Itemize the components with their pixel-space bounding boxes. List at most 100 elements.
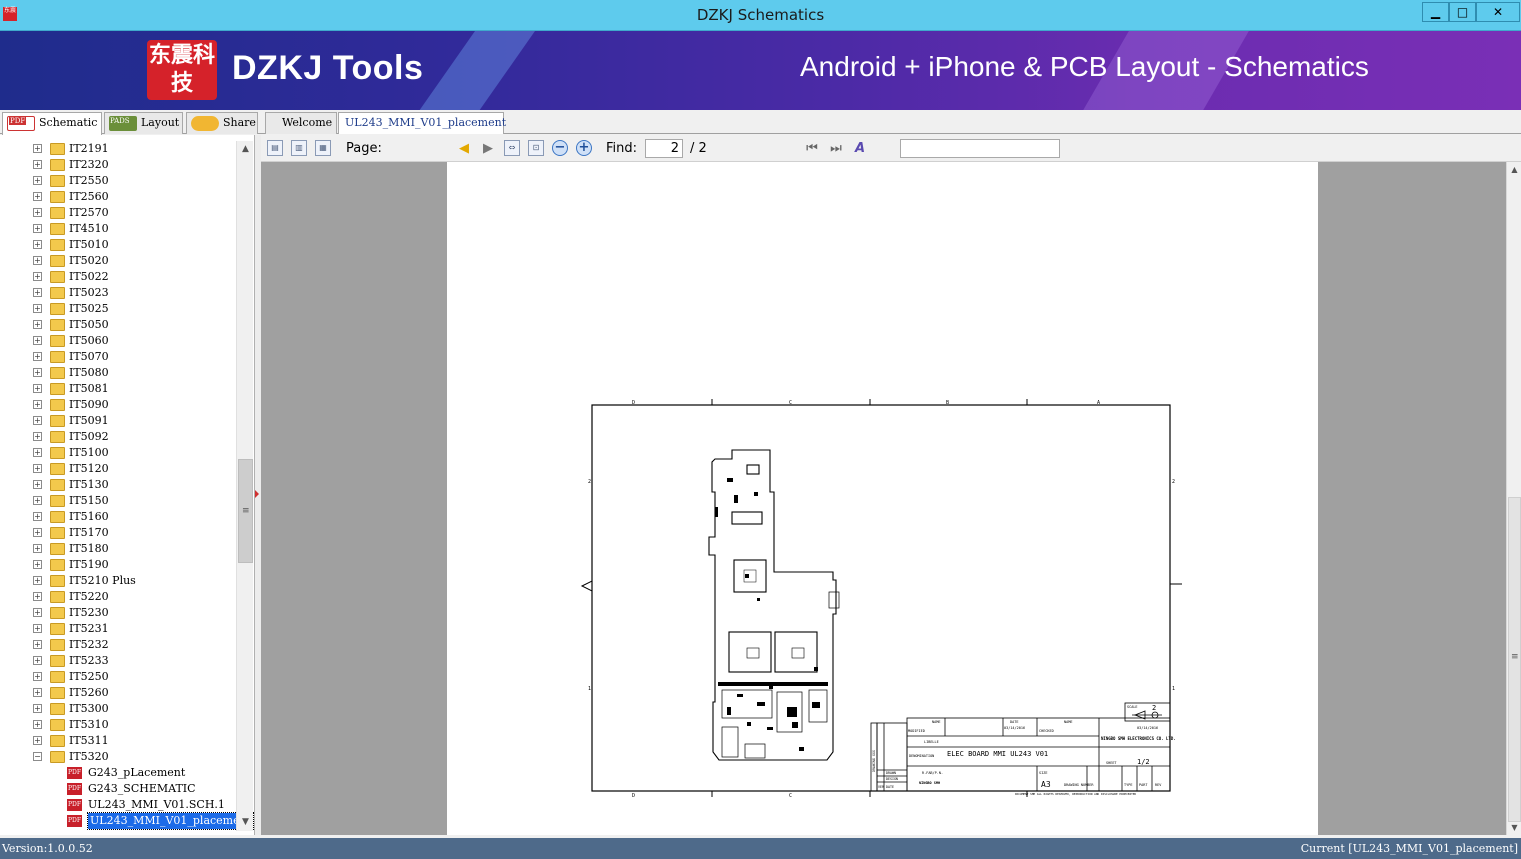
tab-share[interactable]: Share (186, 112, 258, 134)
two-page-icon[interactable]: ▥ (291, 140, 307, 156)
tree-folder-item[interactable]: + IT5180 (0, 541, 236, 557)
tree-folder-item[interactable]: + IT5210 Plus (0, 573, 236, 589)
expand-icon[interactable]: + (33, 528, 42, 537)
zoom-in-icon[interactable]: + (576, 140, 592, 156)
scroll-up-icon[interactable]: ▲ (1507, 162, 1521, 177)
expand-icon[interactable]: + (33, 256, 42, 265)
minimize-button[interactable]: ▁ (1422, 2, 1449, 22)
expand-icon[interactable]: + (33, 368, 42, 377)
tree-folder-item[interactable]: + IT5310 (0, 717, 236, 733)
collapse-arrow-icon[interactable] (255, 490, 259, 498)
tree-folder-item[interactable]: + IT2191 (0, 141, 236, 157)
tree-folder-item[interactable]: + IT5231 (0, 621, 236, 637)
maximize-button[interactable]: □ (1449, 2, 1476, 22)
expand-icon[interactable]: + (33, 400, 42, 409)
expand-icon[interactable]: + (33, 496, 42, 505)
expand-icon[interactable]: + (33, 432, 42, 441)
fit-width-icon[interactable]: ⇔ (504, 140, 520, 156)
tree-folder-item[interactable]: + IT5120 (0, 461, 236, 477)
expand-icon[interactable]: + (33, 720, 42, 729)
tree-folder-item[interactable]: + IT5230 (0, 605, 236, 621)
tree-folder-item[interactable]: + IT5190 (0, 557, 236, 573)
find-input[interactable] (900, 139, 1060, 158)
expand-icon[interactable]: + (33, 480, 42, 489)
expand-icon[interactable]: + (33, 352, 42, 361)
expand-icon[interactable]: + (33, 224, 42, 233)
tree-folder-item[interactable]: + IT5170 (0, 525, 236, 541)
tree-folder-item[interactable]: − IT5320 (0, 749, 236, 765)
expand-icon[interactable]: + (33, 560, 42, 569)
tree-folder-item[interactable]: + IT5100 (0, 445, 236, 461)
expand-icon[interactable]: + (33, 160, 42, 169)
doc-tab-placement[interactable]: UL243_MMI_V01_placement✕ (338, 112, 506, 149)
tree-folder-item[interactable]: + IT5020 (0, 253, 236, 269)
expand-icon[interactable]: + (33, 336, 42, 345)
file-tree[interactable]: + IT2191 + IT2320 + IT2550 + IT2560 + IT2570 + IT45… (0, 135, 255, 835)
tree-folder-item[interactable]: + IT2570 (0, 205, 236, 221)
expand-icon[interactable]: + (33, 640, 42, 649)
expand-icon[interactable]: + (33, 416, 42, 425)
tree-folder-item[interactable]: + IT2320 (0, 157, 236, 173)
expand-icon[interactable]: + (33, 592, 42, 601)
tab-layout[interactable]: Layout (104, 112, 183, 134)
tree-folder-item[interactable]: + IT5010 (0, 237, 236, 253)
single-page-icon[interactable]: ▤ (267, 140, 283, 156)
tree-folder-item[interactable]: + IT5092 (0, 429, 236, 445)
close-button[interactable]: ✕ (1476, 2, 1520, 22)
scroll-up-icon[interactable]: ▲ (237, 141, 254, 158)
expand-icon[interactable]: + (33, 624, 42, 633)
highlight-icon[interactable]: A (851, 140, 869, 158)
tree-folder-item[interactable]: + IT5070 (0, 349, 236, 365)
tree-folder-item[interactable]: + IT5220 (0, 589, 236, 605)
tree-folder-item[interactable]: + IT5060 (0, 333, 236, 349)
tree-folder-item[interactable]: + IT5023 (0, 285, 236, 301)
tree-file-item[interactable]: PDF UL243_MMI_V01.SCH.1 (0, 797, 236, 813)
expand-icon[interactable]: + (33, 304, 42, 313)
tree-folder-item[interactable]: + IT5160 (0, 509, 236, 525)
expand-icon[interactable]: + (33, 736, 42, 745)
expand-icon[interactable]: + (33, 672, 42, 681)
expand-icon[interactable]: + (33, 176, 42, 185)
tree-folder-item[interactable]: + IT5300 (0, 701, 236, 717)
tree-scrollbar[interactable]: ▲ ≡ ▼ (236, 141, 253, 831)
expand-icon[interactable]: + (33, 688, 42, 697)
page-input[interactable]: 2 (645, 139, 683, 158)
tree-folder-item[interactable]: + IT5260 (0, 685, 236, 701)
tree-folder-item[interactable]: + IT5091 (0, 413, 236, 429)
tree-folder-item[interactable]: + IT5130 (0, 477, 236, 493)
expand-icon[interactable]: + (33, 144, 42, 153)
tree-folder-item[interactable]: + IT2560 (0, 189, 236, 205)
expand-icon[interactable]: + (33, 656, 42, 665)
expand-icon[interactable]: + (33, 464, 42, 473)
scroll-down-icon[interactable]: ▼ (237, 814, 254, 831)
tree-folder-item[interactable]: + IT5022 (0, 269, 236, 285)
tree-folder-item[interactable]: + IT4510 (0, 221, 236, 237)
expand-icon[interactable]: + (33, 512, 42, 521)
find-previous-icon[interactable]: ⏮ (803, 140, 821, 158)
tree-folder-item[interactable]: + IT5232 (0, 637, 236, 653)
scroll-thumb[interactable]: ≡ (1508, 497, 1521, 822)
zoom-out-icon[interactable]: − (552, 140, 568, 156)
tree-file-item[interactable]: PDF G243_SCHEMATIC (0, 781, 236, 797)
tree-file-item[interactable]: PDF UL243_MMI_V01_placement (0, 812, 254, 830)
continuous-page-icon[interactable]: ▦ (315, 140, 331, 156)
tree-folder-item[interactable]: + IT5311 (0, 733, 236, 749)
expand-icon[interactable]: + (33, 384, 42, 393)
document-viewer[interactable]: D C B A D C 2 2 1 1 NAME DATE NAME MODIF… (261, 162, 1506, 835)
tab-schematic[interactable]: Schematic (2, 112, 102, 135)
expand-icon[interactable]: + (33, 576, 42, 585)
expand-icon[interactable]: + (33, 448, 42, 457)
expand-icon[interactable]: + (33, 192, 42, 201)
expand-icon[interactable]: + (33, 208, 42, 217)
expand-icon[interactable]: + (33, 320, 42, 329)
tree-folder-item[interactable]: + IT2550 (0, 173, 236, 189)
previous-page-icon[interactable]: ◀ (455, 140, 473, 158)
tree-folder-item[interactable]: + IT5050 (0, 317, 236, 333)
fit-page-icon[interactable]: ⊡ (528, 140, 544, 156)
expand-icon[interactable]: + (33, 288, 42, 297)
expand-icon[interactable]: + (33, 544, 42, 553)
viewer-scrollbar[interactable]: ▲ ≡ ▼ (1506, 162, 1521, 835)
scroll-down-icon[interactable]: ▼ (1507, 820, 1521, 835)
tree-folder-item[interactable]: + IT5081 (0, 381, 236, 397)
scroll-thumb[interactable]: ≡ (238, 459, 253, 563)
